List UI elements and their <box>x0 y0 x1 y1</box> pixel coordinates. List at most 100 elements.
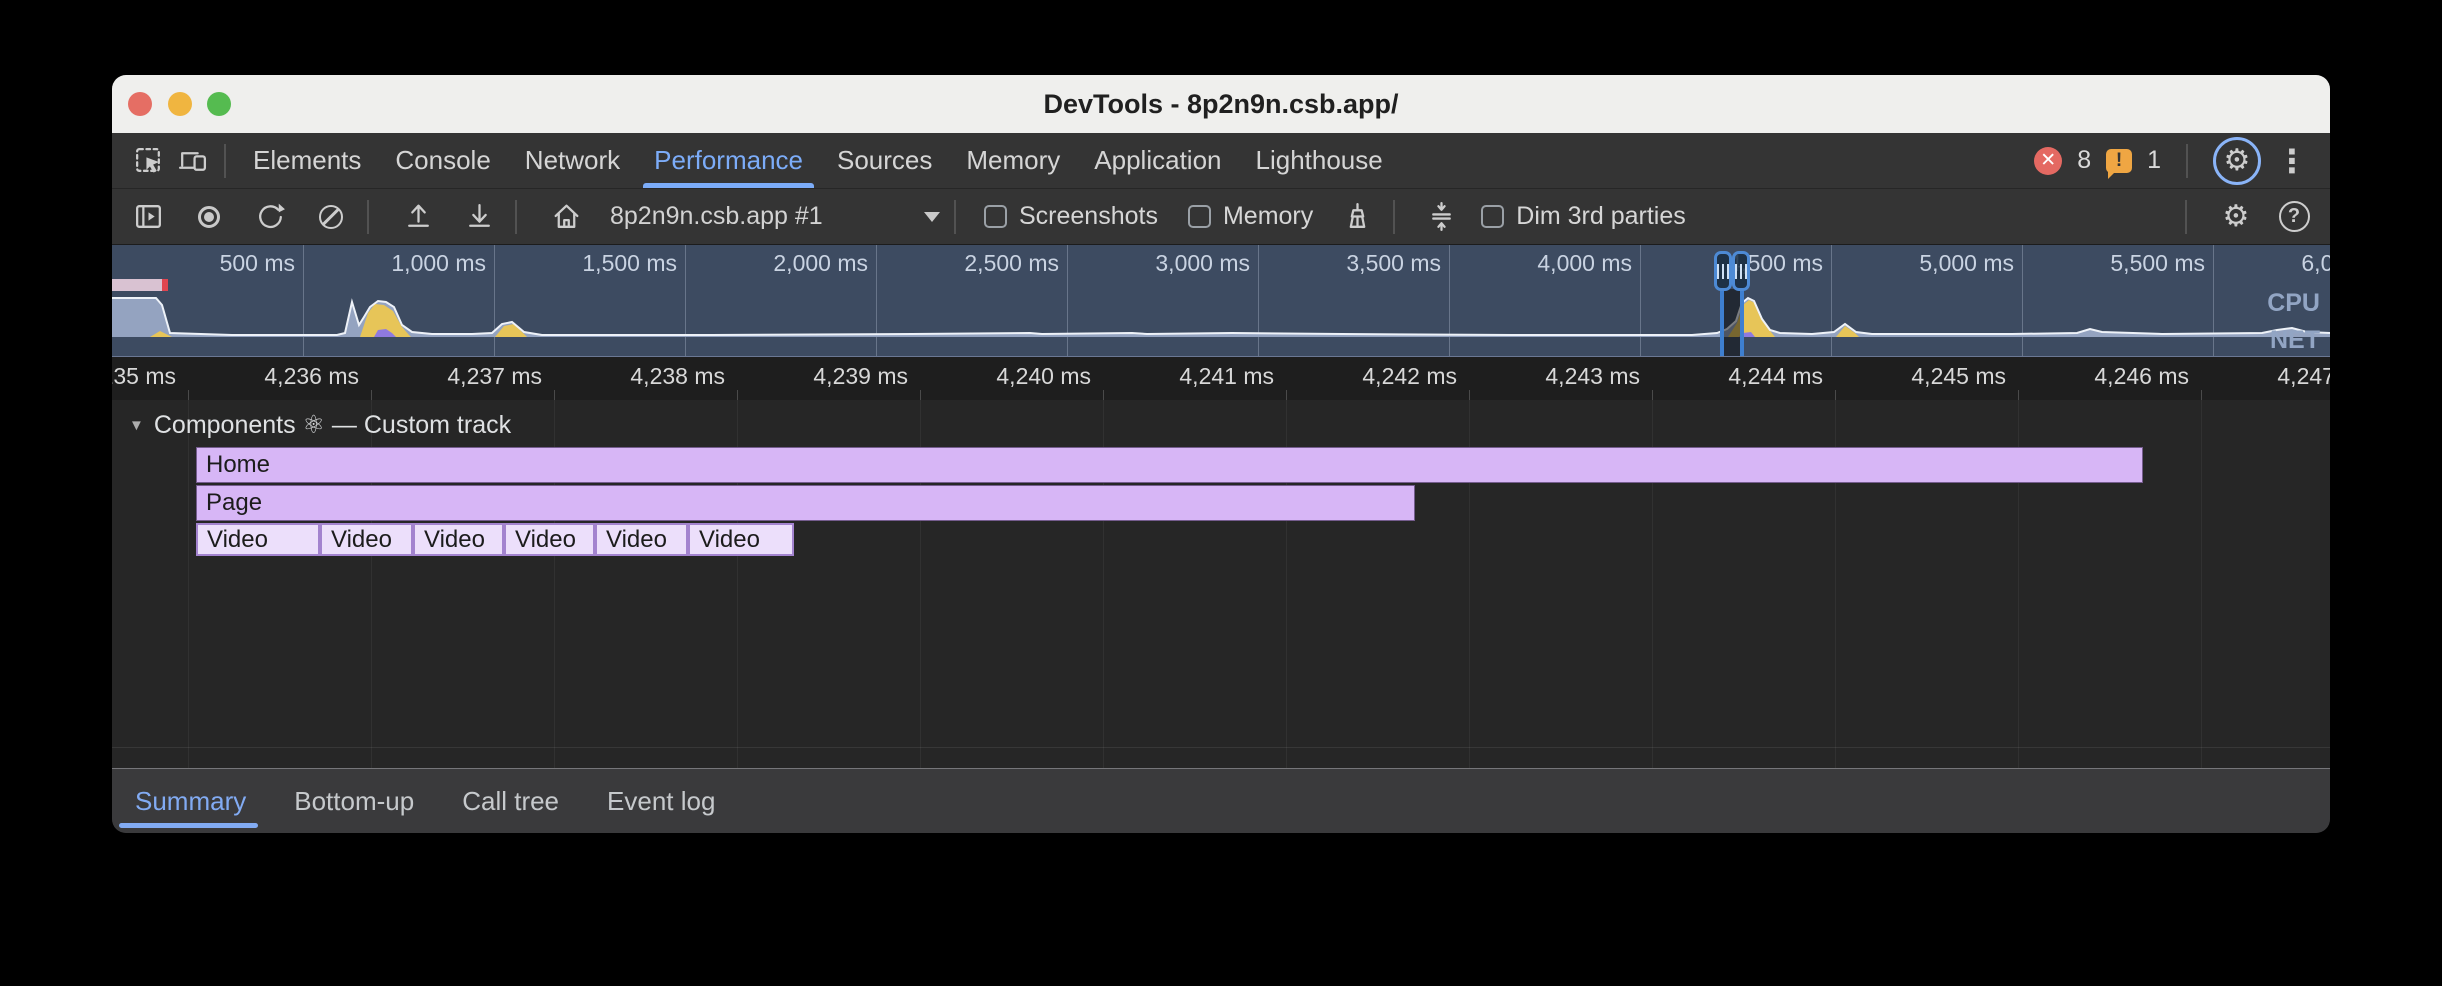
warning-icon[interactable]: ! <box>2106 149 2132 173</box>
overview-tick-label: 1,000 ms <box>294 250 486 277</box>
screenshots-checkbox[interactable] <box>984 205 1007 228</box>
settings-button[interactable]: ⚙ <box>2213 137 2261 185</box>
ruler-tick-label: 4,236 ms <box>159 363 359 390</box>
selection-handle-right[interactable] <box>1732 251 1750 291</box>
screenshots-label: Screenshots <box>1019 202 1158 231</box>
gear-icon: ⚙ <box>2224 146 2251 176</box>
overview-tick-label: 5,500 ms <box>2013 250 2205 277</box>
clear-button[interactable] <box>309 195 353 239</box>
tab-console[interactable]: Console <box>378 133 507 188</box>
tab-network[interactable]: Network <box>508 133 637 188</box>
cpu-top-line <box>112 298 2330 335</box>
net-band-label: NET <box>2270 326 2320 355</box>
overview-tick-label: 3,500 ms <box>1249 250 1441 277</box>
tab-elements[interactable]: Elements <box>236 133 378 188</box>
active-tab-underline <box>643 183 814 188</box>
gridline <box>2201 400 2202 768</box>
custom-track-header[interactable]: ▼ Components ⚛ — Custom track <box>129 410 511 440</box>
sidebar-panel-icon <box>132 200 165 233</box>
expand-triangle-icon[interactable]: ▼ <box>129 417 144 434</box>
tab-memory[interactable]: Memory <box>949 133 1077 188</box>
home-icon <box>550 200 583 233</box>
tab-application[interactable]: Application <box>1077 133 1238 188</box>
devtools-tabbar: ElementsConsoleNetworkPerformanceSources… <box>112 133 2330 189</box>
record-button[interactable] <box>187 195 231 239</box>
shortcuts-dialog-button[interactable] <box>1419 195 1463 239</box>
track-entry-home[interactable]: Home <box>196 447 2143 483</box>
error-icon[interactable]: ✕ <box>2034 147 2062 175</box>
live-metrics-button[interactable] <box>544 195 588 239</box>
cpu-area-gray <box>112 298 2330 337</box>
reload-icon <box>254 200 287 233</box>
memory-checkbox-row[interactable]: Memory <box>1188 202 1313 231</box>
help-button[interactable]: ? <box>2272 195 2316 239</box>
window-title: DevTools - 8p2n9n.csb.app/ <box>112 75 2330 133</box>
collect-garbage-button[interactable] <box>1335 195 1379 239</box>
trace-history-selector[interactable]: 8p2n9n.csb.app #1 <box>610 202 940 231</box>
ruler-tick-label: 4,246 ms <box>1989 363 2189 390</box>
performance-toolbar: 8p2n9n.csb.app #1 Screenshots Memory <box>112 189 2330 245</box>
dim-third-parties-checkbox[interactable] <box>1481 205 1504 228</box>
more-options-button[interactable]: ⋮ <box>2276 145 2308 177</box>
divider <box>367 200 369 234</box>
overview-tick-label: 1,500 ms <box>485 250 677 277</box>
help-icon: ? <box>2279 201 2310 232</box>
divider <box>224 144 226 178</box>
ruler-tick-label: 4,238 ms <box>525 363 725 390</box>
tab-performance[interactable]: Performance <box>637 133 820 188</box>
tab-summary[interactable]: Summary <box>135 769 246 833</box>
save-profile-button[interactable] <box>457 195 501 239</box>
record-and-reload-button[interactable] <box>248 195 292 239</box>
warning-count[interactable]: 1 <box>2147 146 2161 175</box>
overview-tick-label: 5,000 ms <box>1822 250 2014 277</box>
garbage-collect-icon <box>1341 200 1374 233</box>
tab-call-tree[interactable]: Call tree <box>462 769 559 833</box>
track-entry-video[interactable]: Video <box>688 523 794 556</box>
ruler-tick-label: 4,243 ms <box>1440 363 1640 390</box>
timeline-overview[interactable]: CPU NET 500 ms1,000 ms1,500 ms2,000 ms2,… <box>112 245 2330 357</box>
active-tab-underline <box>119 823 258 828</box>
memory-checkbox[interactable] <box>1188 205 1211 228</box>
tab-lighthouse[interactable]: Lighthouse <box>1239 133 1400 188</box>
error-count[interactable]: 8 <box>2077 146 2091 175</box>
ruler-tick-label: 4,244 ms <box>1623 363 1823 390</box>
dim-third-parties-label: Dim 3rd parties <box>1516 202 1686 231</box>
overview-tick-label: 2,000 ms <box>676 250 868 277</box>
gridline <box>188 400 189 768</box>
ruler-tick-mark <box>188 390 189 400</box>
screenshots-checkbox-row[interactable]: Screenshots <box>984 202 1158 231</box>
toggle-sidebar-button[interactable] <box>126 195 170 239</box>
ruler-tick-mark <box>1286 390 1287 400</box>
main-tabs: ElementsConsoleNetworkPerformanceSources… <box>236 133 1400 188</box>
selection-edge-line <box>1720 289 1724 356</box>
overview-tick-label: 500 ms <box>112 250 295 277</box>
device-toolbar-button[interactable] <box>170 139 214 183</box>
divider <box>954 200 956 234</box>
track-entry-page[interactable]: Page <box>196 485 1415 521</box>
flame-chart-area[interactable]: ▼ Components ⚛ — Custom track HomePageVi… <box>112 400 2330 768</box>
track-entry-video[interactable]: Video <box>413 523 504 556</box>
selection-handle-left[interactable] <box>1714 251 1732 291</box>
capture-settings-button[interactable]: ⚙ <box>2214 195 2258 239</box>
selection-edge-line <box>1740 289 1744 356</box>
divider <box>2185 200 2187 234</box>
track-entry-video[interactable]: Video <box>320 523 413 556</box>
ruler-tick-label: 4,247 ms <box>2172 363 2330 390</box>
tabbar-right: ✕ 8 ! 1 ⚙ ⋮ <box>2034 133 2330 188</box>
timeline-ruler[interactable]: 4,235 ms4,236 ms4,237 ms4,238 ms4,239 ms… <box>112 357 2330 400</box>
track-entry-video[interactable]: Video <box>196 523 320 556</box>
tab-sources[interactable]: Sources <box>820 133 949 188</box>
ruler-tick-mark <box>371 390 372 400</box>
tab-event-log[interactable]: Event log <box>607 769 715 833</box>
tab-bottom-up[interactable]: Bottom-up <box>294 769 414 833</box>
load-profile-button[interactable] <box>396 195 440 239</box>
track-entry-video[interactable]: Video <box>595 523 688 556</box>
inspect-element-button[interactable] <box>126 139 170 183</box>
chevron-down-icon <box>924 212 940 222</box>
track-entry-video[interactable]: Video <box>504 523 595 556</box>
ruler-tick-mark <box>737 390 738 400</box>
collapse-icon <box>1425 200 1458 233</box>
overview-tick-label: 6,000 ms <box>2204 250 2330 277</box>
dim-third-parties-checkbox-row[interactable]: Dim 3rd parties <box>1481 202 1686 231</box>
gridline <box>112 747 2330 748</box>
